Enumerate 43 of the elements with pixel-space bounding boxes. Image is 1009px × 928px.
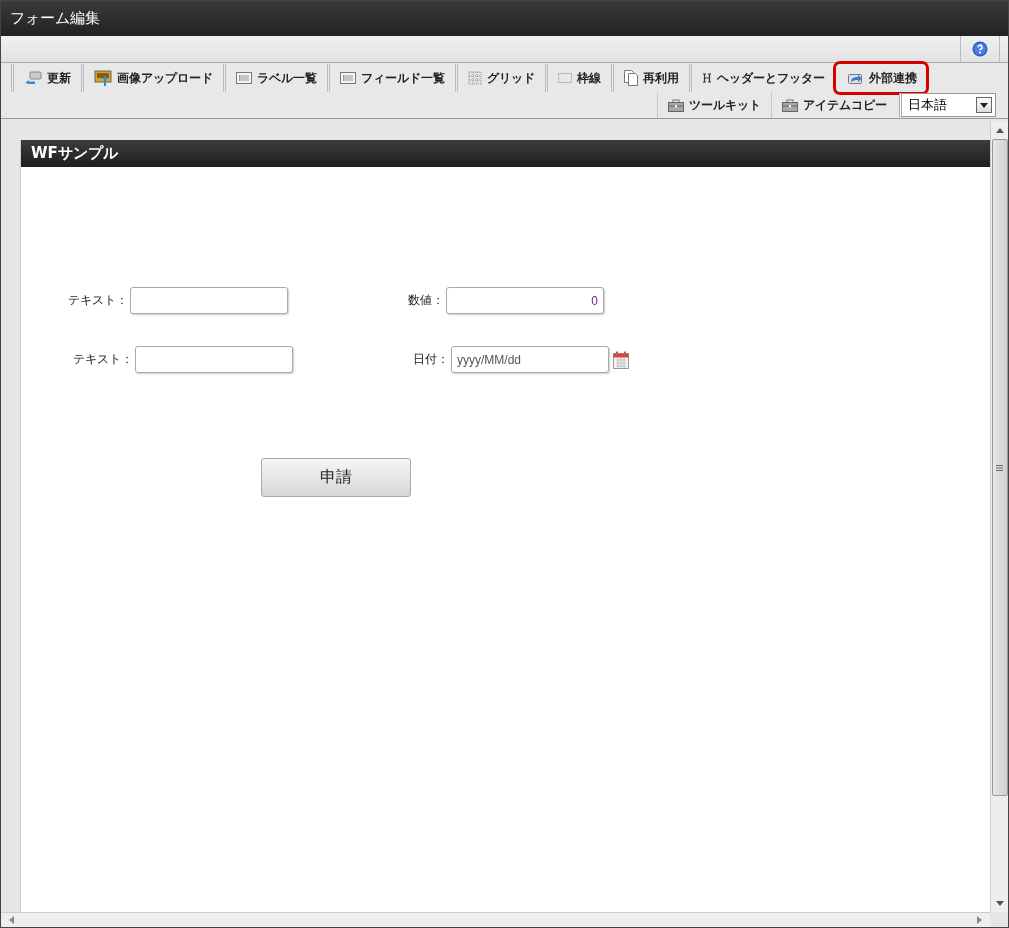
toolbar-button[interactable]: 再利用 (611, 64, 689, 92)
list-icon (340, 72, 356, 84)
text-input[interactable] (130, 287, 288, 314)
form-title: WFサンプル (31, 144, 118, 163)
toolbar-button[interactable]: 画像アップロード (81, 64, 223, 92)
share-arrow-icon (848, 72, 864, 84)
window-title: フォーム編集 (10, 9, 100, 28)
toolbar-button[interactable]: 外部連携 (835, 63, 927, 93)
copy-pages-icon (624, 70, 638, 86)
toolbar-button[interactable]: ヘッダーとフッター (689, 64, 835, 92)
language-select[interactable]: 日本語 (899, 93, 996, 117)
scroll-right-icon[interactable] (977, 916, 982, 924)
toolbar-button[interactable]: フィールド一覧 (327, 64, 455, 92)
date-input[interactable]: yyyy/MM/dd (451, 346, 609, 373)
toolbar-button[interactable]: アイテムコピー (771, 92, 897, 118)
text-input[interactable] (135, 346, 293, 373)
toolbox-icon (782, 98, 798, 112)
toolbar-button[interactable]: ツールキット (657, 92, 771, 118)
toolbar-button[interactable]: 更新 (11, 64, 81, 92)
field-label: 数値： (407, 292, 444, 309)
toolbar-button[interactable]: 枠線 (545, 64, 611, 92)
grid-icon (468, 71, 482, 85)
image-upload-icon (94, 69, 112, 87)
calendar-icon[interactable] (613, 350, 629, 369)
number-input[interactable]: 0 (446, 287, 604, 314)
scroll-left-icon[interactable] (9, 916, 14, 924)
letter-h-icon (702, 73, 712, 83)
arrow-icon (24, 71, 42, 85)
field-label: テキスト： (73, 351, 133, 368)
field-label: テキスト： (68, 292, 128, 309)
dotted-frame-icon (558, 73, 572, 83)
help-icon[interactable] (972, 41, 988, 57)
toolbar-button[interactable]: ラベル一覧 (223, 64, 327, 92)
field-label: 日付： (412, 351, 449, 368)
scroll-up-icon[interactable] (995, 128, 1004, 133)
toolbox-icon (668, 98, 684, 112)
list-icon (236, 72, 252, 84)
submit-button[interactable]: 申請 (261, 458, 411, 497)
horizontal-scrollbar[interactable] (1, 912, 990, 927)
toolbar-button[interactable]: グリッド (455, 64, 545, 92)
vertical-scrollbar[interactable] (990, 122, 1008, 912)
scrollbar-thumb[interactable] (991, 139, 1008, 796)
scroll-down-icon[interactable] (995, 901, 1004, 906)
